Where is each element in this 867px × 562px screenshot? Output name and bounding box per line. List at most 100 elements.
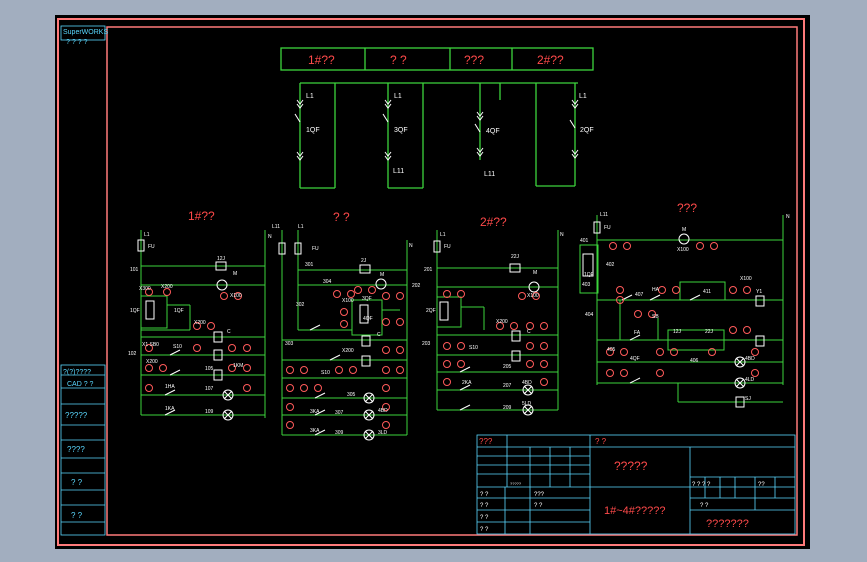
strip-label-3: ????? [65, 411, 88, 420]
svg-text:1HA: 1HA [165, 384, 175, 390]
svg-text:1QF: 1QF [584, 272, 594, 278]
svg-text:205: 205 [503, 364, 512, 370]
svg-text:309: 309 [335, 430, 344, 436]
svg-text:X200: X200 [496, 319, 508, 325]
grid-code: ????? [510, 481, 522, 486]
svg-text:S10: S10 [173, 344, 182, 350]
svg-text:X1 SB0: X1 SB0 [142, 342, 159, 348]
svg-text:407: 407 [635, 292, 644, 298]
svg-text:SJ: SJ [745, 396, 751, 402]
svg-text:L1: L1 [440, 232, 446, 238]
svg-text:N: N [268, 234, 272, 240]
svg-text:S10: S10 [321, 370, 330, 376]
svg-text:X100: X100 [342, 298, 354, 304]
svg-text:SB: SB [652, 314, 659, 320]
svg-text:301: 301 [305, 262, 314, 268]
bus-cell-3: ??? [464, 53, 484, 67]
bus-cell-1: 1#?? [308, 53, 335, 67]
svg-text:X200: X200 [342, 348, 354, 354]
svg-text:302: 302 [296, 302, 305, 308]
svg-text:411: 411 [703, 289, 711, 295]
svg-text:??: ?? [758, 482, 765, 488]
svg-text:X300: X300 [139, 286, 151, 292]
svg-text:102: 102 [128, 351, 137, 357]
svg-text:L1: L1 [144, 232, 150, 238]
breaker-2-mid: 3QF [394, 127, 408, 134]
svg-text:202: 202 [412, 283, 421, 289]
title-block-main: ????? [614, 459, 648, 473]
svg-text:304: 304 [323, 279, 332, 285]
svg-text:2J: 2J [361, 258, 367, 264]
svg-text:406: 406 [690, 358, 699, 364]
svg-text:4BD: 4BD [378, 408, 388, 414]
strip-label-1: ?(?)???? [63, 369, 91, 376]
section-2-title: ? ? [333, 210, 350, 224]
svg-text:1QF: 1QF [174, 308, 184, 314]
strip-label-6: ? ? [71, 511, 83, 520]
drawing-title: 1#~4#????? [604, 505, 665, 517]
svg-text:12J: 12J [673, 329, 682, 335]
section-3-title: 2#?? [480, 215, 507, 229]
svg-text:? ?: ? ? [700, 503, 709, 509]
svg-text:C: C [227, 329, 231, 335]
svg-text:402: 402 [606, 262, 615, 268]
strip-label-5: ? ? [71, 478, 83, 487]
electrical-schematic-drawing: SuperWORKS ? ? ? ? ?(?)???? CAD ? ? ????… [55, 15, 810, 549]
svg-text:N: N [560, 232, 564, 238]
svg-text:X200: X200 [146, 359, 158, 365]
svg-text:X200: X200 [194, 320, 206, 326]
svg-text:M: M [533, 270, 537, 276]
section-1-title: 1#?? [188, 209, 215, 223]
svg-text:2KA: 2KA [462, 380, 472, 386]
bus-cell-2: ? ? [390, 53, 407, 67]
svg-text:? ? ? ?: ? ? ? ? [692, 482, 711, 488]
title-block-header-mid: ? ? [595, 437, 607, 446]
svg-text:M: M [233, 271, 237, 277]
svg-text:4BD: 4BD [745, 356, 755, 362]
svg-text:S10: S10 [469, 345, 478, 351]
svg-text:303: 303 [285, 341, 294, 347]
svg-text:M: M [682, 227, 686, 233]
svg-text:22J: 22J [705, 329, 714, 335]
svg-text:? ?: ? ? [480, 503, 489, 509]
svg-text:401: 401 [580, 238, 589, 244]
svg-text:X100: X100 [740, 276, 752, 282]
svg-text:404: 404 [585, 312, 594, 318]
breaker-4-top: L1 [579, 93, 587, 100]
svg-text:405: 405 [607, 347, 616, 353]
svg-text:FU: FU [604, 225, 611, 231]
svg-text:FU: FU [148, 244, 155, 250]
svg-text:109: 109 [205, 409, 214, 415]
svg-text:307: 307 [335, 410, 344, 416]
breaker-4-mid: 2QF [580, 127, 594, 134]
svg-text:L11: L11 [272, 224, 280, 230]
svg-text:4QF: 4QF [363, 316, 373, 322]
svg-text:3QF: 3QF [362, 296, 372, 302]
svg-text:C: C [527, 329, 531, 335]
svg-text:3KA: 3KA [310, 428, 320, 434]
logo-text: SuperWORKS [63, 29, 108, 36]
logo-subtext: ? ? ? ? [66, 39, 88, 46]
svg-text:3LD: 3LD [378, 430, 388, 436]
svg-text:FU: FU [444, 244, 451, 250]
svg-text:? ?: ? ? [480, 527, 489, 533]
svg-text:Y1: Y1 [756, 289, 762, 295]
svg-text:HA: HA [652, 287, 660, 293]
svg-text:12J: 12J [217, 256, 226, 262]
svg-text:4BD: 4BD [522, 380, 532, 386]
breaker-2-bot: L11 [393, 168, 404, 175]
svg-text:1KM: 1KM [233, 363, 243, 369]
svg-text:? ?: ? ? [534, 503, 543, 509]
svg-text:X100: X100 [527, 293, 539, 299]
svg-text:209: 209 [503, 405, 512, 411]
svg-text:201: 201 [424, 267, 433, 273]
svg-text:107: 107 [205, 386, 214, 392]
svg-text:? ?: ? ? [480, 515, 489, 521]
breaker-2-top: L1 [394, 93, 402, 100]
svg-text:X200: X200 [161, 284, 173, 290]
svg-text:X100: X100 [677, 247, 689, 253]
title-block-header-left: ??? [479, 437, 493, 446]
drawing-number: ??????? [706, 518, 749, 530]
svg-text:101: 101 [130, 267, 139, 273]
svg-text:3KA: 3KA [310, 409, 320, 415]
